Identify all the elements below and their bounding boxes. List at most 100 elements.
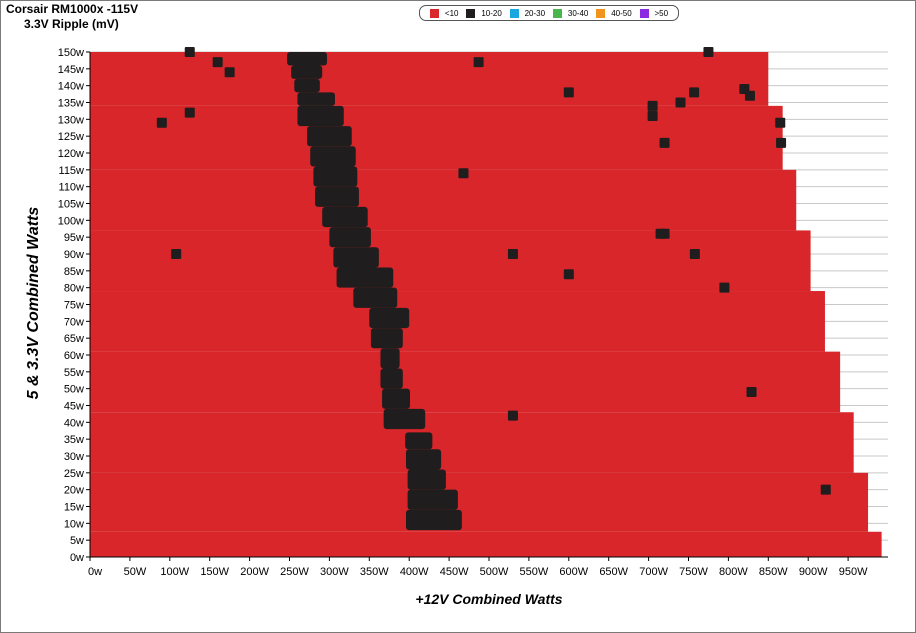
x-tick-label: 650W <box>599 566 628 578</box>
y-tick-label: 30w <box>64 451 84 463</box>
heatmap-cell-lt10 <box>90 472 869 532</box>
heatmap-plot: 0w 5w 10w 15w 20w 25w 30w 35w 40w 45w 50w 55w 60w 65w… <box>25 47 888 607</box>
heatmap-spot-10-20 <box>473 57 484 68</box>
x-tick-label: 350W <box>360 566 389 578</box>
x-tick-label: 800W <box>719 566 748 578</box>
heatmap-cell-10-20 <box>353 287 398 308</box>
heatmap-cell-10-20 <box>329 227 371 248</box>
x-tick-label: 550W <box>520 566 549 578</box>
y-tick-label: 120w <box>58 148 84 160</box>
heatmap-cell-lt10 <box>90 169 797 231</box>
y-tick-label: 20w <box>64 485 84 497</box>
heatmap-spot-10-20 <box>507 410 518 421</box>
heatmap-spot-10-20 <box>719 282 730 293</box>
heatmap-cell-10-20 <box>333 247 379 268</box>
heatmap-cell-10-20 <box>313 166 358 187</box>
heatmap-cell-10-20 <box>315 186 359 207</box>
x-tick-label: 400W <box>400 566 429 578</box>
x-tick-label: 600W <box>559 566 588 578</box>
y-tick-label: 55w <box>64 367 84 379</box>
y-tick-label: 25w <box>64 468 84 480</box>
y-tick-label: 45w <box>64 401 84 413</box>
y-tick-label: 70w <box>64 316 84 328</box>
heatmap-spot-10-20 <box>675 97 686 108</box>
y-tick-label: 150w <box>58 47 84 59</box>
heatmap-spot-10-20 <box>563 87 574 98</box>
heatmap-spot-10-20 <box>156 117 167 128</box>
y-tick-label: 85w <box>64 266 84 278</box>
heatmap-cell-10-20 <box>382 388 410 409</box>
x-tick-label: 900W <box>799 566 828 578</box>
heatmap-cell-10-20 <box>297 92 335 106</box>
x-tick-label: 750W <box>679 566 708 578</box>
heatmap-cell-10-20 <box>310 146 356 167</box>
y-tick-label: 60w <box>64 350 84 362</box>
y-tick-label: 135w <box>58 98 84 110</box>
heatmap-spot-10-20 <box>507 249 518 259</box>
y-tick-label: 10w <box>64 518 84 530</box>
heatmap-cell-10-20 <box>370 328 403 349</box>
heatmap-spot-10-20 <box>746 387 757 398</box>
heatmap-spot-10-20 <box>212 57 223 68</box>
y-tick-label: 40w <box>64 417 84 429</box>
y-tick-label: 100w <box>58 215 84 227</box>
y-tick-label: 115w <box>59 165 85 177</box>
x-tick-label: 450W <box>440 566 469 578</box>
heatmap-spot-10-20 <box>171 249 182 259</box>
x-tick-label: 250W <box>280 566 309 578</box>
heatmap-spot-10-20 <box>458 168 469 179</box>
y-tick-label: 80w <box>64 283 84 295</box>
heatmap-cell-10-20 <box>380 348 400 369</box>
heatmap-spot-10-20 <box>776 137 787 148</box>
heatmap-spot-10-20 <box>659 137 670 148</box>
y-tick-label: 5w <box>70 535 84 547</box>
y-tick-label: 105w <box>58 199 84 211</box>
heatmap-cell-lt10 <box>90 531 882 557</box>
y-tick-label: 140w <box>58 81 84 93</box>
y-tick-label: 15w <box>64 502 84 514</box>
heatmap-cell-10-20 <box>407 489 458 510</box>
heatmap-cell-lt10 <box>90 52 769 106</box>
heatmap-spot-10-20 <box>184 47 195 57</box>
x-tick-label: 0w <box>88 566 102 578</box>
x-tick-label: 700W <box>639 566 668 578</box>
heatmap-cell-10-20 <box>405 432 433 450</box>
x-tick-label: 850W <box>759 566 788 578</box>
heatmap-cell-10-20 <box>291 65 323 79</box>
y-tick-label: 95w <box>64 232 84 244</box>
x-tick-label: 150W <box>200 566 229 578</box>
y-tick-label: 50w <box>64 384 84 396</box>
data-layer <box>90 47 882 557</box>
x-tick-label: 100W <box>160 566 189 578</box>
heatmap-cell-lt10 <box>90 291 825 352</box>
heatmap-spot-10-20 <box>703 47 714 57</box>
heatmap-cell-10-20 <box>336 267 394 288</box>
y-axis-label: 5 & 3.3V Combined Watts <box>25 207 42 400</box>
y-tick-label: 0w <box>70 552 84 564</box>
x-tick-label: 300W <box>320 566 349 578</box>
heatmap-spot-10-20 <box>224 67 235 78</box>
heatmap-cell-lt10 <box>90 351 841 413</box>
y-tick-label: 130w <box>58 114 84 126</box>
heatmap-cell-10-20 <box>406 509 462 531</box>
heatmap-spot-10-20 <box>647 100 658 111</box>
x-tick-label: 950W <box>839 566 868 578</box>
heatmap-cell-10-20 <box>406 449 442 470</box>
heatmap-spot-10-20 <box>647 110 658 121</box>
heatmap-cell-10-20 <box>307 126 352 147</box>
heatmap-spot-10-20 <box>820 484 831 495</box>
heatmap-spot-10-20 <box>689 87 700 98</box>
y-tick-label: 35w <box>64 434 84 446</box>
heatmap-cell-10-20 <box>369 307 410 329</box>
y-tick-label: 110w <box>59 182 85 194</box>
x-tick-label: 200W <box>240 566 269 578</box>
heatmap-cell-10-20 <box>297 105 344 127</box>
x-axis-label: +12V Combined Watts <box>415 591 562 607</box>
heatmap-cell-lt10 <box>90 412 854 473</box>
y-tick-label: 75w <box>64 300 84 312</box>
heatmap-spot-10-20 <box>689 249 700 259</box>
heatmap-cell-10-20 <box>407 469 446 490</box>
heatmap-spot-10-20 <box>655 228 666 239</box>
heatmap-spot-10-20 <box>184 107 195 118</box>
heatmap-cell-lt10 <box>90 230 811 292</box>
